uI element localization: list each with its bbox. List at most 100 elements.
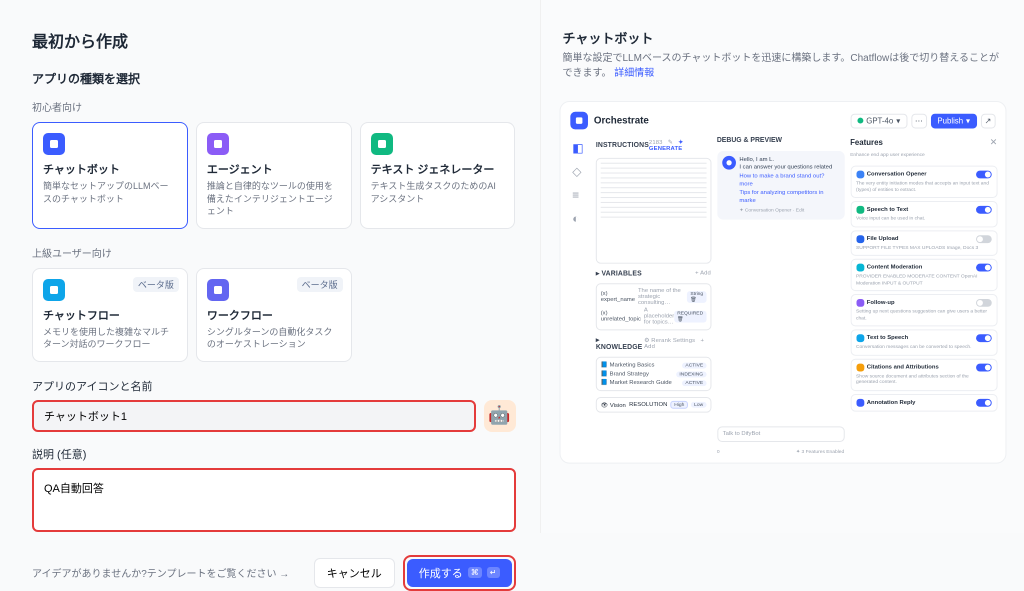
knowledge-row[interactable]: 📘 Brand Strategy INDEXING [600,370,705,379]
feature-toggle[interactable] [975,206,991,214]
app-avatar-icon[interactable]: 🤖 [484,400,516,432]
instructions-box[interactable] [595,158,710,264]
description-textarea[interactable] [32,468,516,532]
advanced-label: 上級ユーザー向け [32,245,516,260]
sidebar-access-icon[interactable]: ◇ [572,165,586,179]
close-icon[interactable]: ✕ [989,137,996,148]
type-desc: メモリを使用した複雑なマルチターン対話のワークフロー [43,326,177,351]
add-variable-button[interactable]: + Add [695,271,711,277]
beta-tag: ベータ版 [297,277,343,292]
beginner-label: 初心者向け [32,99,516,114]
model-selector[interactable]: GPT-4o ▾ [850,113,906,128]
res-high-button[interactable]: High [670,401,688,409]
features-subtitle: Enhance end app user experience [850,152,997,158]
detail-link[interactable]: 詳細情報 [614,68,654,79]
type-title: エージェント [207,161,341,177]
vision-label: 👁 Vision [600,401,625,408]
feature-desc: The very entity initiation modes that ac… [856,180,991,193]
type-icon-chatbot [43,133,65,155]
feature-desc: PROVIDER ENABLED MODERATE CONTENT OpenAI… [856,273,991,286]
expand-icon[interactable]: ↗ [980,113,994,128]
sidebar-orchestrate-icon[interactable]: ◧ [572,141,586,155]
type-title: ワークフロー [207,307,341,323]
type-icon-chatflow [43,279,65,301]
settings-icon[interactable]: ⋯ [910,113,926,128]
chat-bubble: Hello, I am L. I can answer your questio… [716,151,843,220]
type-grid-beginner: チャットボット 簡単なセットアップのLLMベースのチャットボット エージェント … [32,122,516,229]
feature-dot-icon [856,264,864,272]
preview-desc: 簡単な設定でLLMベースのチャットボットを迅速に構築します。Chatflowは後… [563,51,1003,81]
feature-dot-icon [856,299,864,307]
feature-toggle[interactable] [975,334,991,342]
type-icon-workflow [207,279,229,301]
feature-dot-icon [856,235,864,243]
type-title: チャットボット [43,161,177,177]
sidebar-monitor-icon[interactable]: ◐ [572,212,586,226]
app-name-input[interactable] [32,400,476,432]
template-link[interactable]: アイデアがありませんか?テンプレートをご覧ください → [32,565,289,580]
knowledge-row[interactable]: 📘 Market Research Guide ACTIVE [600,378,705,387]
cancel-button[interactable]: キャンセル [314,558,395,588]
feature-card[interactable]: File Upload SUPPORT FILE TYPES MAX UPLOA… [850,230,997,256]
icon-name-label: アプリのアイコンと名前 [32,378,516,394]
knowledge-box: 📘 Marketing Basics ACTIVE 📘 Brand Strate… [595,357,710,391]
feature-card[interactable]: Content Moderation PROVIDER ENABLED MODE… [850,259,997,291]
feature-desc: SUPPORT FILE TYPES MAX UPLOADS Image, Do… [856,245,991,251]
sidebar-logs-icon[interactable]: ≡ [572,188,586,202]
feature-toggle[interactable] [975,264,991,272]
feature-desc: Setting up next questions suggestion can… [856,309,991,322]
preview-area: Orchestrate GPT-4o ▾ ⋯ Publish ▾ ↗ ◧ [559,101,1005,464]
preview-title: チャットボット [563,28,1003,47]
variables-label: VARIABLES [601,271,641,278]
instructions-label: INSTRUCTIONS [595,142,648,149]
type-desc: シングルターンの自動化タスクのオーケストレーション [207,326,341,351]
type-card-agent[interactable]: エージェント 推論と自律的なツールの使用を備えたインテリジェントエージェント [196,122,352,229]
type-card-chatbot[interactable]: チャットボット 簡単なセットアップのLLMベースのチャットボット [32,122,188,229]
variable-row[interactable]: (x) expert_name The name of the strategi… [600,287,705,307]
feature-toggle[interactable] [975,171,991,179]
debug-preview-title: DEBUG & PREVIEW [716,137,843,144]
variable-row[interactable]: (x) unrelated_topic A placeholder for to… [600,307,705,327]
type-desc: 推論と自律的なツールの使用を備えたインテリジェントエージェント [207,180,341,218]
feature-toggle[interactable] [975,398,991,406]
feature-card[interactable]: Annotation Reply [850,394,997,412]
chevron-down-icon: ▾ [966,116,970,125]
knowledge-row[interactable]: 📘 Marketing Basics ACTIVE [600,361,705,370]
feature-desc: Voice input can be used in chat. [856,216,991,222]
chat-input[interactable]: Talk to DifyBot [716,426,843,442]
feature-toggle[interactable] [975,235,991,243]
type-title: テキスト ジェネレーター [371,161,505,177]
create-button[interactable]: 作成する ⌘ ↵ [407,559,512,587]
variables-box: (x) expert_name The name of the strategi… [595,283,710,330]
model-dot-icon [857,118,863,124]
feature-card[interactable]: Follow-up Setting up next questions sugg… [850,294,997,326]
feature-card[interactable]: Conversation Opener The very entity init… [850,166,997,198]
knowledge-label: KNOWLEDGE [595,344,642,351]
type-card-textgen[interactable]: テキスト ジェネレーター テキスト生成タスクのためのAIアシスタント [360,122,516,229]
orchestrate-label: Orchestrate [593,115,648,126]
feature-card[interactable]: Text to Speech Conversation messages can… [850,329,997,355]
type-icon-agent [207,133,229,155]
feature-card[interactable]: Citations and Attributions Show source d… [850,358,997,390]
features-title: Features [850,138,883,147]
preview-sidebar: ◧ ◇ ≡ ◐ [568,137,590,455]
type-title: チャットフロー [43,307,177,323]
app-logo-icon [570,112,588,130]
feature-card[interactable]: Speech to Text Voice input can be used i… [850,201,997,227]
feature-toggle[interactable] [975,299,991,307]
bot-avatar-icon [721,156,735,170]
features-enabled-link[interactable]: ✦ 3 Features Enabled [795,449,843,455]
type-grid-advanced: ベータ版 チャットフロー メモリを使用した複雑なマルチターン対話のワークフロー … [32,268,516,362]
page-title: 最初から作成 [32,28,516,52]
feature-toggle[interactable] [975,363,991,371]
type-card-workflow[interactable]: ベータ版 ワークフロー シングルターンの自動化タスクのオーケストレーション [196,268,352,362]
feature-dot-icon [856,171,864,179]
publish-button[interactable]: Publish ▾ [930,113,976,128]
feature-dot-icon [856,334,864,342]
beta-tag: ベータ版 [133,277,179,292]
chevron-down-icon: ▾ [896,116,900,125]
type-desc: 簡単なセットアップのLLMベースのチャットボット [43,180,177,205]
type-card-chatflow[interactable]: ベータ版 チャットフロー メモリを使用した複雑なマルチターン対話のワークフロー [32,268,188,362]
description-label: 説明 (任意) [32,446,516,462]
res-low-button[interactable]: Low [691,402,706,408]
